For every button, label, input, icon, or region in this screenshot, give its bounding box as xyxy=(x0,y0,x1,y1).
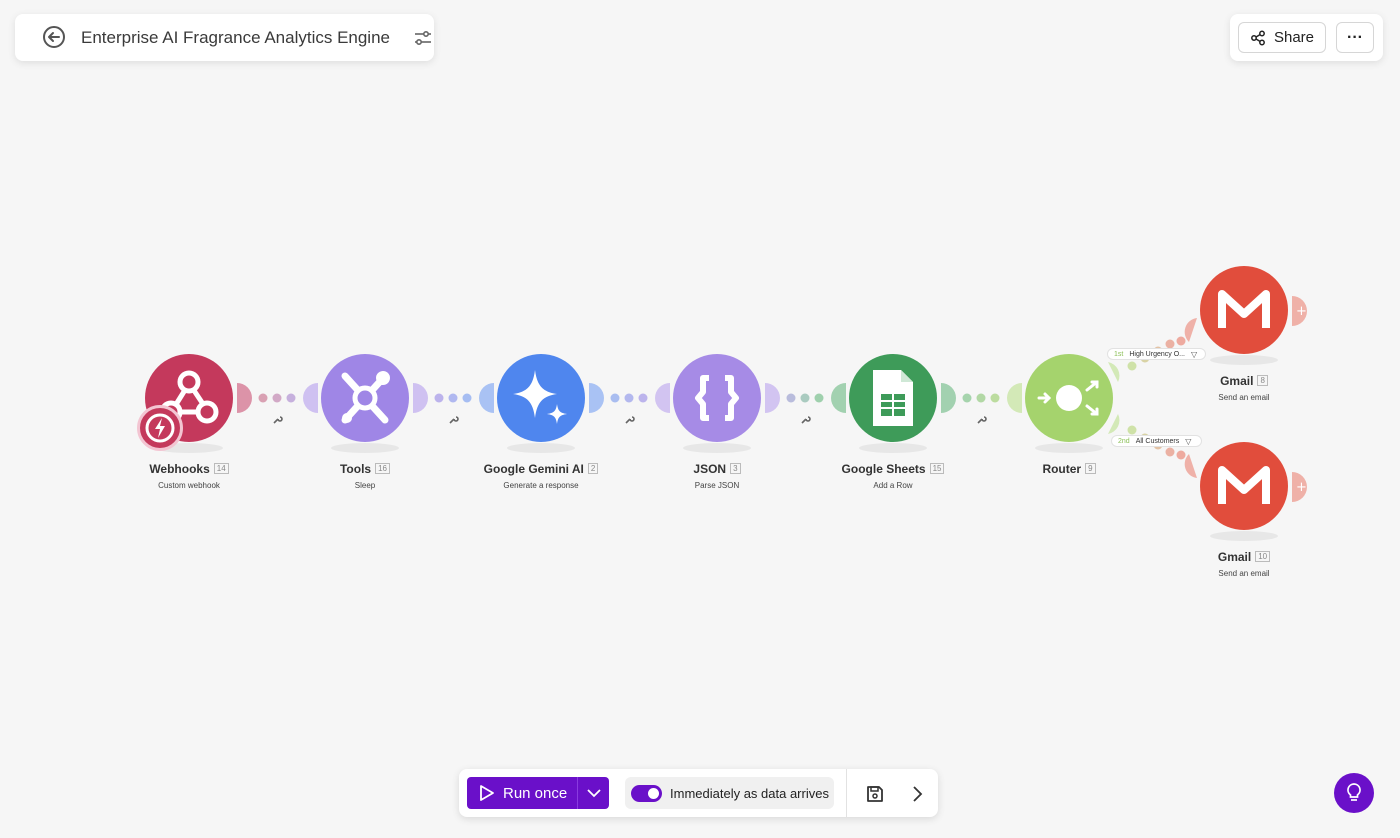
route-label: All Customers xyxy=(1135,437,1180,445)
chevron-right-icon[interactable] xyxy=(907,783,927,805)
module-name: Google Gemini AI xyxy=(483,462,584,476)
gemini-module[interactable] xyxy=(497,354,585,442)
route-label: High Urgency O... xyxy=(1129,350,1185,358)
module-name: Tools xyxy=(339,462,372,476)
gmail-module-1[interactable] xyxy=(1200,266,1288,354)
module-action: Custom webhook xyxy=(158,481,220,490)
tools-label: Tools 16 Sleep xyxy=(285,460,445,490)
connector-sheets-router[interactable] xyxy=(962,393,1000,403)
help-tips-button[interactable] xyxy=(1334,773,1374,813)
module-name: Gmail xyxy=(1220,374,1254,388)
module-name: JSON xyxy=(693,462,727,476)
gmail-module-2[interactable] xyxy=(1200,442,1288,530)
module-id: 14 xyxy=(213,463,229,474)
tools-icon xyxy=(341,371,390,424)
sheets-icon xyxy=(873,370,913,426)
wrench-icon xyxy=(801,416,811,424)
run-once-label: Run once xyxy=(503,784,568,802)
schedule-setting[interactable]: Immediately as data arrives xyxy=(625,777,834,809)
svg-text:+: + xyxy=(1296,480,1307,495)
gmail-icon xyxy=(1218,466,1270,504)
google-sheets-module[interactable] xyxy=(849,354,937,442)
save-icon[interactable] xyxy=(864,783,886,805)
gemini-sparkle-icon xyxy=(513,370,567,424)
svg-text:+: + xyxy=(1296,304,1307,319)
module-id: 10 xyxy=(1255,551,1271,562)
wrench-icon xyxy=(625,416,635,424)
play-icon xyxy=(480,785,494,801)
module-id: 16 xyxy=(375,463,390,474)
filter-icon: ▽ xyxy=(1190,349,1198,359)
chevron-down-icon xyxy=(586,789,601,798)
schedule-toggle[interactable] xyxy=(631,784,662,802)
module-id: 8 xyxy=(1257,375,1268,386)
module-id: 15 xyxy=(929,463,945,474)
module-id: 3 xyxy=(730,463,741,474)
module-action: Send an email xyxy=(1218,393,1270,402)
gmail-1-label: Gmail 8 Send an email xyxy=(1164,372,1324,402)
module-action: Generate a response xyxy=(503,481,579,490)
bottom-toolbar: Run once Immediately as data arrives xyxy=(459,769,938,817)
route-order: 2nd xyxy=(1118,437,1130,445)
webhooks-label: Webhooks 14 Custom webhook xyxy=(109,460,269,490)
lightbulb-icon xyxy=(1347,783,1361,801)
gmail-icon xyxy=(1218,290,1270,328)
connector-json-sheets[interactable] xyxy=(786,393,824,403)
route-filter-1[interactable]: 1st High Urgency O... ▽ xyxy=(1107,348,1206,360)
module-action: Sleep xyxy=(354,481,376,490)
schedule-label: Immediately as data arrives xyxy=(670,785,829,801)
connector-tools-gemini[interactable] xyxy=(434,393,472,403)
module-name: Gmail xyxy=(1217,550,1252,564)
gmail-2-label: Gmail 10 Send an email xyxy=(1164,548,1324,578)
module-id: 2 xyxy=(587,463,599,474)
module-name: Webhooks xyxy=(149,462,210,476)
module-id: 9 xyxy=(1085,463,1096,474)
module-name: Google Sheets xyxy=(841,462,926,476)
run-options-dropdown[interactable] xyxy=(577,777,609,809)
run-once-button[interactable]: Run once xyxy=(467,777,577,809)
wrench-icon xyxy=(977,416,987,424)
router-label: Router 9 xyxy=(989,460,1149,478)
module-action: Add a Row xyxy=(873,481,913,490)
module-action: Send an email xyxy=(1218,569,1270,578)
gemini-label: Google Gemini AI 2 Generate a response xyxy=(461,460,621,490)
router-module[interactable] xyxy=(1025,354,1113,442)
toolbar-divider xyxy=(846,769,847,817)
wrench-icon xyxy=(449,416,459,424)
sheets-label: Google Sheets 15 Add a Row xyxy=(813,460,973,490)
connector-gemini-json[interactable] xyxy=(610,393,648,403)
lightning-icon xyxy=(145,413,175,443)
instant-trigger-badge[interactable] xyxy=(137,405,183,451)
route-order: 1st xyxy=(1114,350,1124,358)
json-label: JSON 3 Parse JSON xyxy=(637,460,797,490)
filter-icon: ▽ xyxy=(1185,436,1192,446)
router-icon xyxy=(1037,380,1099,416)
connector-webhooks-tools[interactable] xyxy=(258,393,296,403)
tools-module[interactable] xyxy=(321,354,409,442)
module-action: Parse JSON xyxy=(694,481,740,490)
module-name: Router xyxy=(1042,462,1082,476)
route-filter-2[interactable]: 2nd All Customers ▽ xyxy=(1111,435,1202,447)
braces-icon xyxy=(695,375,739,421)
wrench-icon xyxy=(273,416,283,424)
json-module[interactable] xyxy=(673,354,761,442)
